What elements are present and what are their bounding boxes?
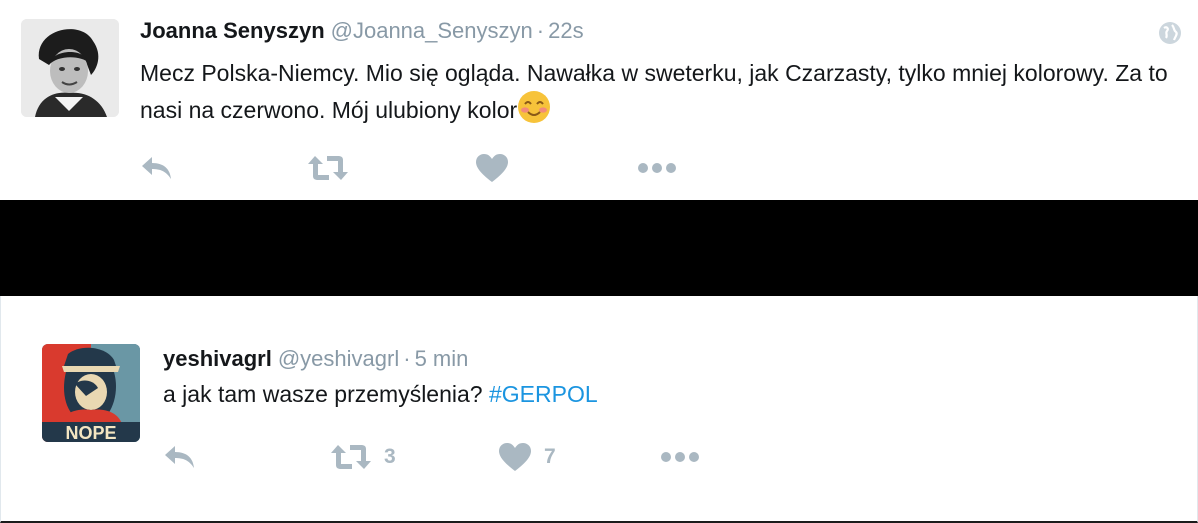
retweet-button[interactable]: 3 (330, 439, 396, 475)
author-username[interactable]: @Joanna_Senyszyn (331, 18, 533, 43)
reply-button[interactable] (163, 439, 197, 475)
like-button[interactable]: 7 (498, 439, 556, 475)
author-username[interactable]: @yeshivagrl (278, 346, 399, 371)
tweet-actions (140, 150, 700, 186)
heart-icon (499, 443, 531, 471)
avatar-yeshivagrl[interactable]: NOPE (42, 344, 140, 442)
more-dots-icon (661, 452, 699, 462)
tweet-joanna-senyszyn[interactable]: Joanna Senyszyn @Joanna_Senyszyn · 22s Mecz… (0, 0, 1198, 200)
tweet-text: a jak tam wasze przemyślenia? #GERPOL (163, 378, 1063, 411)
header-separator: · (403, 346, 411, 371)
tweet-timestamp[interactable]: 5 min (415, 346, 469, 371)
tweet-header: yeshivagrl @yeshivagrl · 5 min (163, 345, 468, 373)
tweet-header: Joanna Senyszyn @Joanna_Senyszyn · 22s (140, 17, 584, 45)
retweet-count: 3 (384, 445, 396, 468)
retweet-button[interactable] (307, 150, 349, 186)
avatar-portrait-image (21, 19, 119, 117)
like-button[interactable] (475, 150, 509, 186)
heart-icon (476, 154, 508, 182)
smiling-face-with-blush-icon (518, 91, 551, 123)
header-separator: · (536, 18, 545, 43)
more-options-button[interactable] (637, 150, 677, 186)
avatar-caption: NOPE (65, 423, 116, 442)
globe-icon (1159, 22, 1181, 44)
reply-icon (142, 157, 171, 179)
tweet-text: Mecz Polska-Niemcy. Mio się ogląda. Nawa… (140, 57, 1170, 127)
more-options-button[interactable] (660, 439, 700, 475)
black-divider-bar (0, 200, 1198, 296)
reply-button[interactable] (140, 150, 174, 186)
tweet-timestamp[interactable]: 22s (548, 18, 583, 43)
retweet-icon (331, 445, 371, 469)
avatar-nope-poster-image: NOPE (42, 344, 140, 442)
author-fullname[interactable]: yeshivagrl (163, 346, 272, 371)
avatar-joanna-senyszyn[interactable] (21, 19, 119, 117)
tweet-text-content: Mecz Polska-Niemcy. Mio się ogląda. Nawa… (140, 60, 1168, 123)
more-dots-icon (638, 163, 676, 173)
tweet-yeshivagrl[interactable]: NOPE yeshivagrl @yeshivagrl · 5 min a jak t… (0, 296, 1198, 523)
hashtag-link[interactable]: #GERPOL (489, 381, 598, 407)
reply-icon (165, 446, 194, 468)
author-fullname[interactable]: Joanna Senyszyn (140, 18, 325, 43)
like-count: 7 (544, 445, 556, 468)
retweet-icon (308, 156, 348, 180)
tweet-text-content: a jak tam wasze przemyślenia? (163, 381, 483, 407)
tweet-actions: 3 7 (163, 439, 723, 475)
